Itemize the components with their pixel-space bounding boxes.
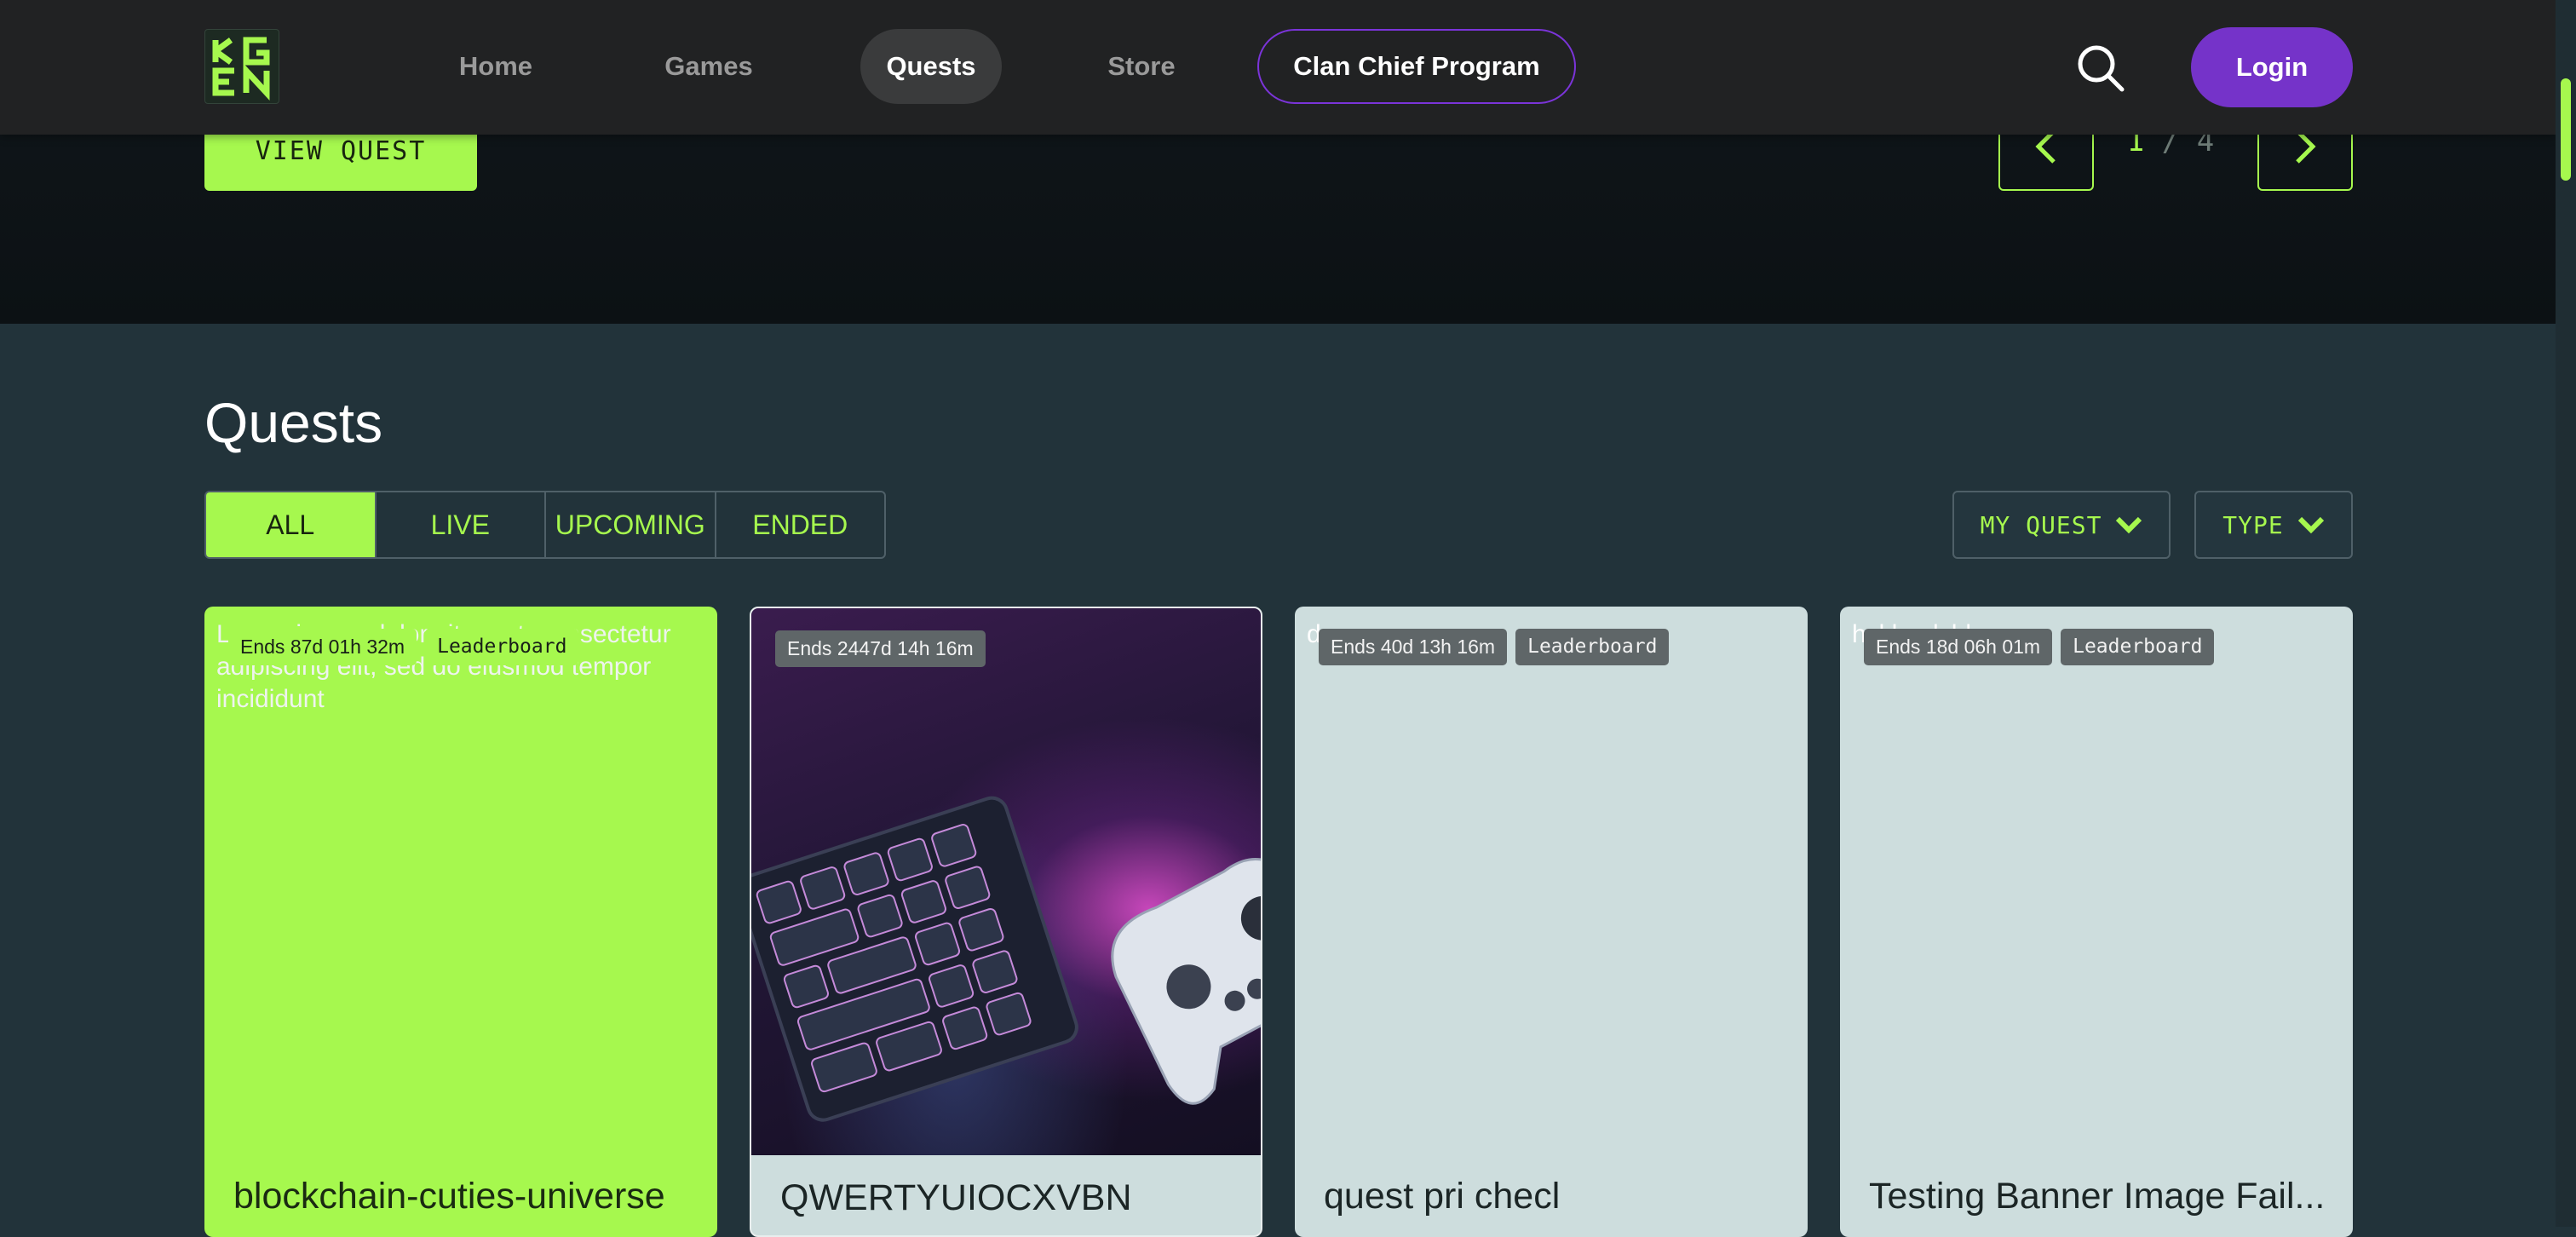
- quest-type-badge: Leaderboard: [2061, 629, 2215, 665]
- nav-quests[interactable]: Quests: [860, 29, 1002, 104]
- quest-card-badges: Ends 87d 01h 32m Leaderboard: [228, 629, 579, 665]
- scrollbar-thumb[interactable]: [2561, 78, 2571, 181]
- search-icon[interactable]: [2075, 43, 2126, 94]
- search-glyph: [2078, 45, 2125, 92]
- quest-card-image: [751, 608, 1261, 1155]
- chevron-down-icon: [2297, 516, 2324, 534]
- quest-card-title: QWERTYUIOCXVBN: [780, 1177, 1132, 1218]
- quest-card[interactable]: hckhwdchk Ends 18d 06h 01m Leaderboard T…: [1840, 607, 2353, 1237]
- tab-all[interactable]: ALL: [206, 492, 377, 557]
- quest-card[interactable]: Lorem ipsum dolor sit amet, consectetur …: [204, 607, 717, 1237]
- type-label: TYPE: [2222, 510, 2284, 539]
- keyboard-controller-image: [751, 796, 1261, 1122]
- nav-games[interactable]: Games: [649, 29, 768, 104]
- nav-store[interactable]: Store: [1092, 29, 1191, 104]
- tab-live[interactable]: LIVE: [377, 492, 546, 557]
- quest-card[interactable]: Ends 2447d 14h 16m QWERTYUIOCXVBN: [750, 607, 1262, 1237]
- login-button[interactable]: Login: [2191, 27, 2353, 107]
- nav-home[interactable]: Home: [443, 29, 549, 104]
- quest-card-badges: Ends 40d 13h 16m Leaderboard: [1319, 629, 1670, 665]
- quest-card[interactable]: desc Ends 40d 13h 16m Leaderboard quest …: [1295, 607, 1808, 1237]
- tab-upcoming[interactable]: UPCOMING: [546, 492, 716, 557]
- quest-end-badge: Ends 18d 06h 01m: [1864, 629, 2053, 665]
- quest-card-image: Lorem ipsum dolor sit amet, consectetur …: [204, 607, 717, 1154]
- section-title: Quests: [204, 391, 383, 454]
- my-quest-label: MY QUEST: [1980, 510, 2102, 539]
- quest-card-badges: Ends 2447d 14h 16m: [775, 630, 986, 667]
- tab-ended[interactable]: ENDED: [716, 492, 885, 557]
- type-dropdown[interactable]: TYPE: [2194, 491, 2353, 559]
- chevron-down-icon: [2116, 516, 2142, 534]
- my-quest-dropdown[interactable]: MY QUEST: [1952, 491, 2171, 559]
- quest-card-title: blockchain-cuties-universe: [233, 1176, 665, 1217]
- quest-type-badge: Leaderboard: [425, 629, 579, 665]
- kgen-logo[interactable]: [204, 29, 279, 104]
- quest-end-badge: Ends 40d 13h 16m: [1319, 629, 1508, 665]
- quest-card-title: Testing Banner Image Fail...: [1869, 1176, 2326, 1217]
- kgen-logo-icon: [212, 37, 270, 101]
- quest-card-image: hckhwdchk: [1840, 607, 2353, 1154]
- quest-end-badge: Ends 87d 01h 32m: [228, 629, 417, 665]
- quest-status-tabs: ALL LIVE UPCOMING ENDED: [204, 491, 886, 559]
- top-navbar: Home Games Quests Store Clan Chief Progr…: [0, 0, 2556, 135]
- quest-end-badge: Ends 2447d 14h 16m: [775, 630, 986, 667]
- quest-type-badge: Leaderboard: [1515, 629, 1670, 665]
- page-scrollbar[interactable]: [2556, 0, 2576, 1227]
- quest-card-badges: Ends 18d 06h 01m Leaderboard: [1864, 629, 2215, 665]
- quest-card-image: desc: [1295, 607, 1808, 1154]
- nav-clan-chief-program[interactable]: Clan Chief Program: [1257, 29, 1576, 104]
- quest-card-title: quest pri checl: [1324, 1176, 1561, 1217]
